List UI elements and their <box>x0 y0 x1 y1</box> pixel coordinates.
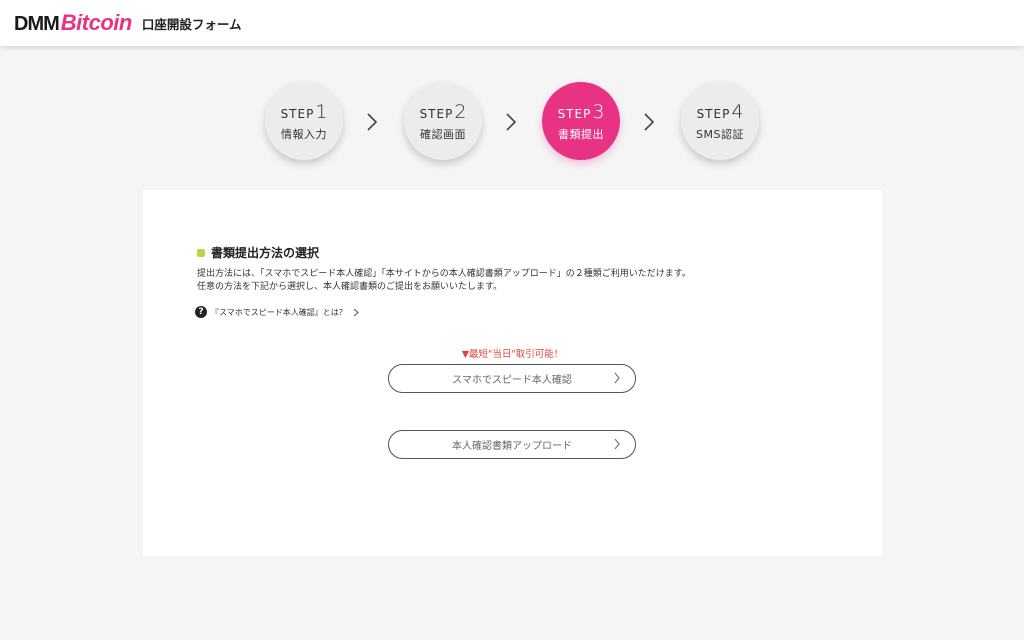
chevron-right-icon <box>506 113 517 131</box>
step-3: STEP 3 書類提出 <box>542 82 620 160</box>
description-line-1: 提出方法には、「スマホでスピード本人確認」「本サイトからの本人確認書類アップロー… <box>197 269 691 279</box>
speed-verification-help-link[interactable]: ? 『スマホでスピード本人確認』とは？ <box>195 306 359 318</box>
step-word: STEP <box>280 106 315 121</box>
page-title: 口座開設フォーム <box>141 16 242 32</box>
step-label: SMS認証 <box>696 127 744 141</box>
step-1: STEP 1 情報入力 <box>265 82 343 160</box>
logo-bitcoin-text: Bitcoin <box>60 10 133 35</box>
step-number: 2 <box>454 100 467 123</box>
step-number: 4 <box>731 100 744 123</box>
button-label: 本人確認書類アップロード <box>452 441 572 452</box>
step-2: STEP 2 確認画面 <box>404 82 482 160</box>
bullet-square-icon <box>197 248 205 257</box>
section-title: 書類提出方法の選択 <box>197 244 319 261</box>
step-indicator: STEP 1 情報入力 STEP 2 確認画面 STEP 3 書類提出 STEP 4 S… <box>0 82 1024 162</box>
step-number: 1 <box>315 100 328 123</box>
chevron-right-icon <box>353 308 359 316</box>
same-day-trading-note: ▼最短"当日"取引可能！ <box>461 349 564 360</box>
description-line-2: 任意の方法を下記から選択し、本人確認書類のご提出をお願いいたします。 <box>197 282 503 292</box>
chevron-right-icon <box>614 372 620 384</box>
chevron-right-icon <box>644 113 655 131</box>
step-word: STEP <box>419 106 454 121</box>
chevron-right-icon <box>614 438 620 450</box>
header: DMM Bitcoin 口座開設フォーム <box>0 0 1024 46</box>
help-link-text: 『スマホでスピード本人確認』とは？ <box>211 307 347 317</box>
step-label: 書類提出 <box>558 127 604 141</box>
document-upload-button[interactable]: 本人確認書類アップロード <box>388 430 636 459</box>
document-submission-card: 書類提出方法の選択 提出方法には、「スマホでスピード本人確認」「本サイトからの本… <box>143 190 882 556</box>
button-label: スマホでスピード本人確認 <box>452 375 572 386</box>
section-title-text: 書類提出方法の選択 <box>211 246 320 260</box>
speed-verification-button[interactable]: スマホでスピード本人確認 <box>388 364 636 393</box>
question-circle-icon: ? <box>195 306 207 318</box>
step-word: STEP <box>557 106 592 121</box>
step-label: 確認画面 <box>420 127 466 141</box>
step-word: STEP <box>696 106 731 121</box>
step-label: 情報入力 <box>281 127 327 141</box>
step-number: 3 <box>592 100 605 123</box>
chevron-right-icon <box>367 113 378 131</box>
dmm-bitcoin-logo[interactable]: DMM Bitcoin <box>14 10 132 36</box>
step-4: STEP 4 SMS認証 <box>681 82 759 160</box>
logo-dmm-text: DMM <box>14 13 60 35</box>
